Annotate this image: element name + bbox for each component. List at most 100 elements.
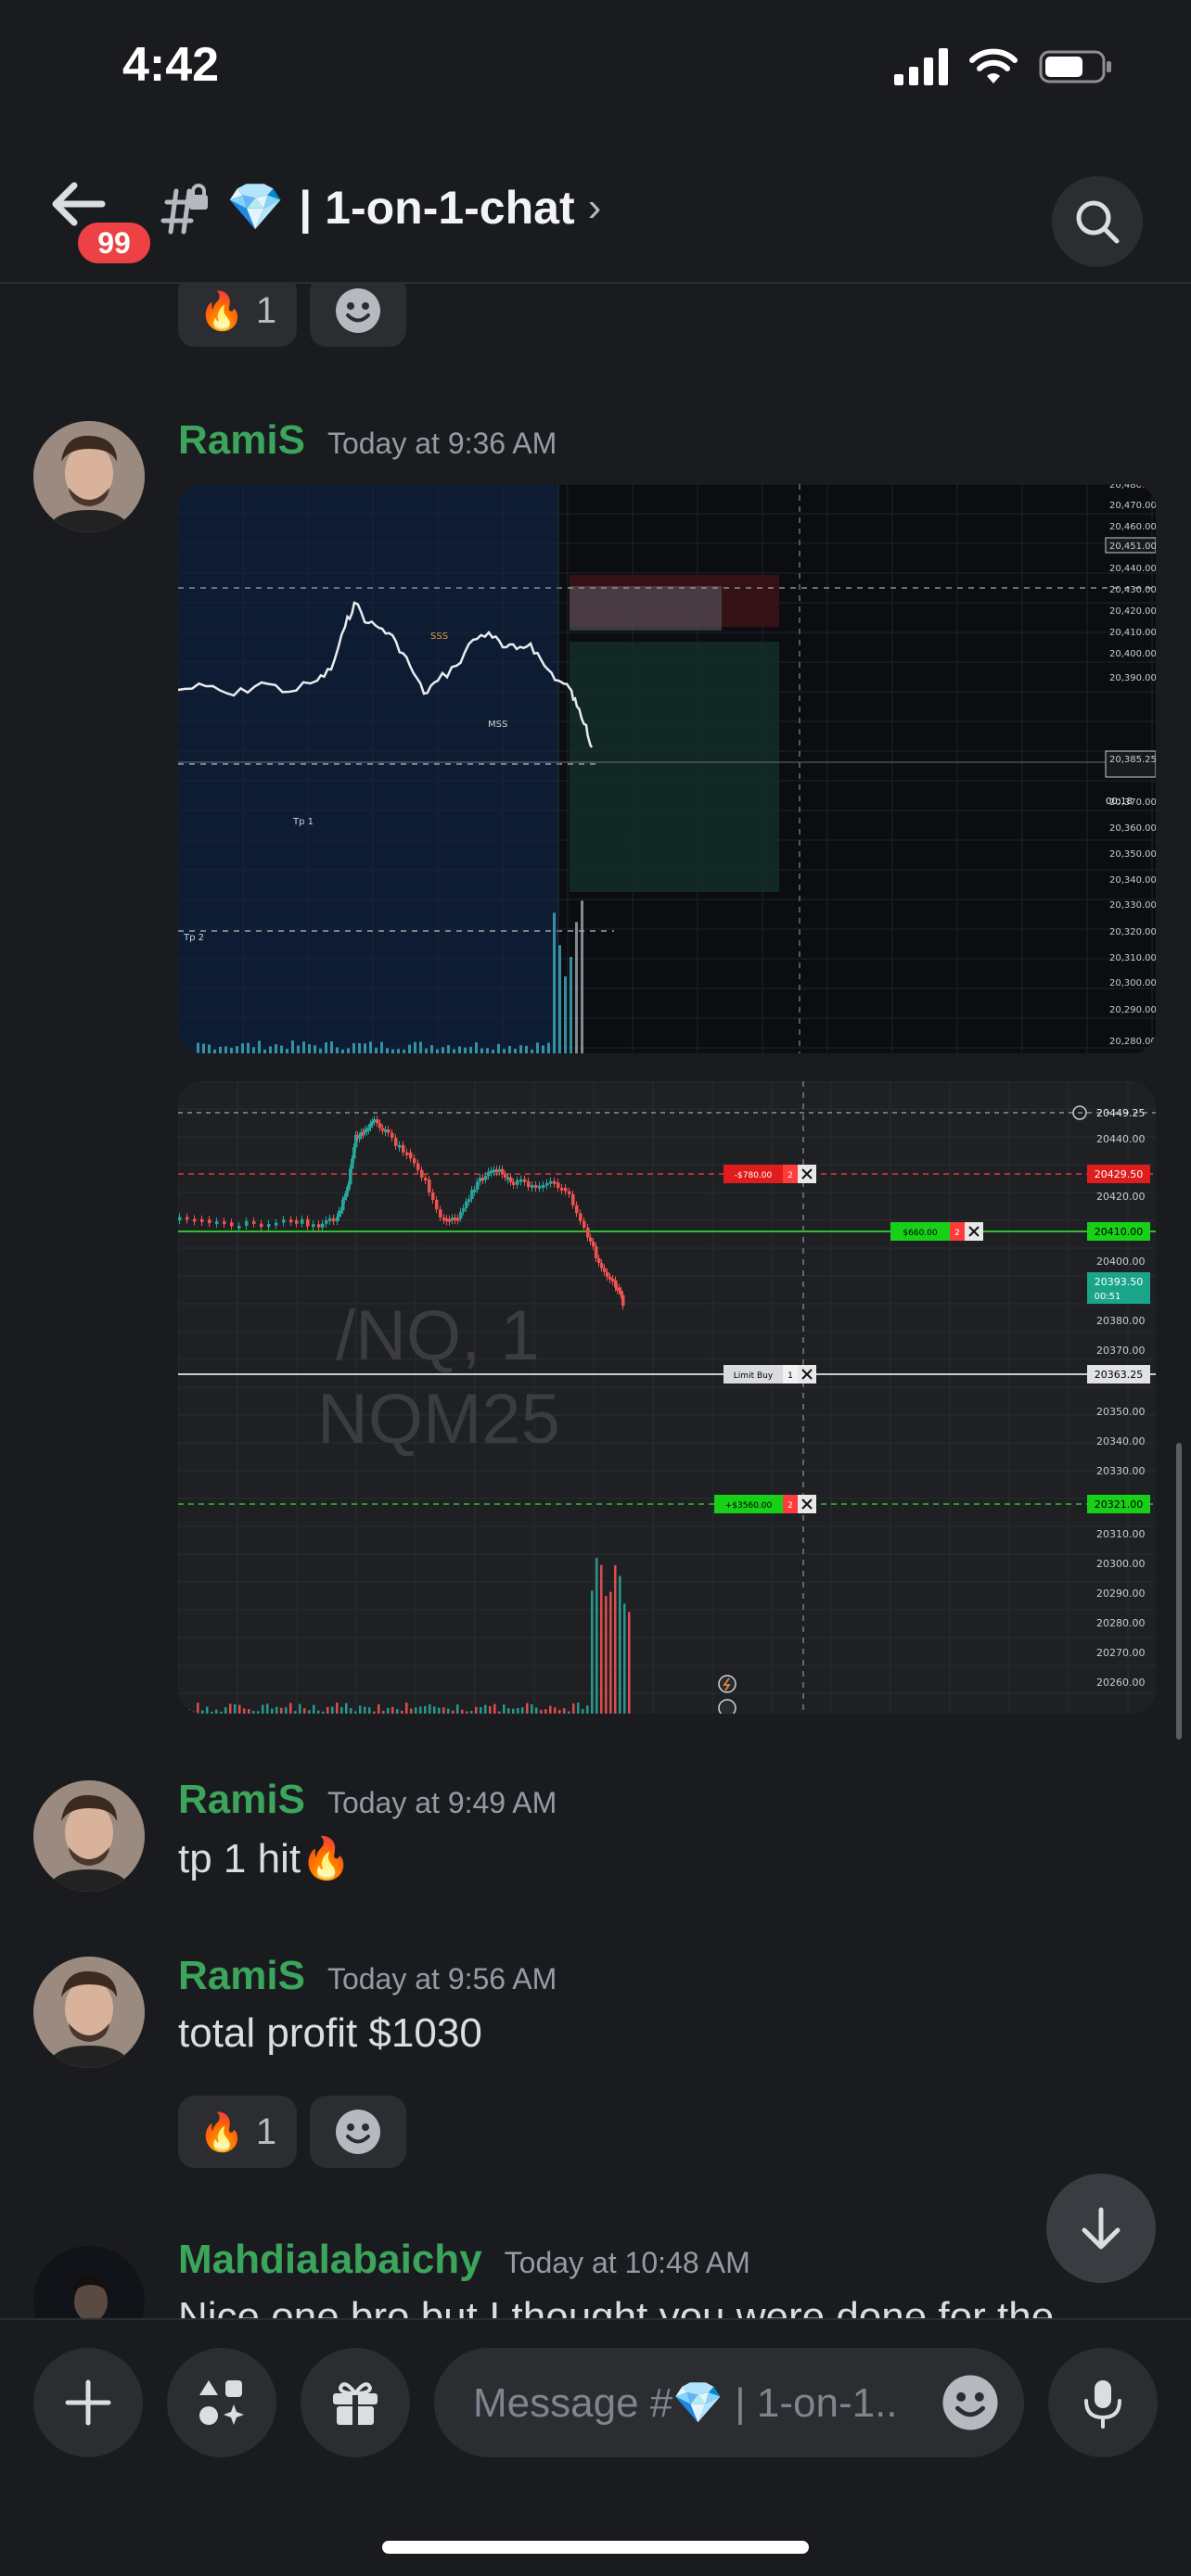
volume-bar [275,1044,277,1053]
volume-bar [484,1704,487,1714]
candle-body [347,1184,351,1192]
volume-bar [358,1043,361,1053]
message-author[interactable]: RamiS Today at 9:49 AM [178,1777,557,1823]
jump-to-latest-button[interactable] [1046,2174,1156,2283]
volume-bar [568,1711,570,1714]
candle-body [193,1218,197,1222]
message-timestamp: Today at 9:49 AM [327,1786,557,1819]
avatar[interactable] [33,421,145,532]
volume-bar [286,1049,288,1053]
volume-bar [563,1708,566,1714]
y-axis-tick: 20280.00 [1096,1617,1146,1629]
volume-bar [489,1705,492,1714]
candle-body [332,1218,336,1222]
message-author[interactable]: RamiS Today at 9:56 AM [178,1953,557,1999]
candle-body [608,1276,612,1280]
volume-bar [401,1710,403,1714]
candle-body [560,1187,564,1191]
add-reaction-button[interactable] [310,2096,407,2168]
volume-bar [369,1041,372,1053]
volume-bar [531,1704,533,1714]
candle-body [490,1170,493,1174]
stop-loss-order-chip[interactable]: -$780.00 2 [724,1165,816,1183]
candle-body [352,1147,356,1159]
y-axis-tick: 20,390.00 [1109,673,1156,683]
channel-title[interactable]: 💎 | 1-on-1-chat › [226,180,601,235]
message-author[interactable]: Mahdialabaichy Today at 10:48 AM [178,2237,750,2283]
svg-text:Limit Buy: Limit Buy [734,1371,774,1381]
volume-bar [542,1045,544,1053]
chart1-sss-label: SSS [430,631,448,642]
volume-bar [521,1707,524,1714]
chart-image-2[interactable]: /NQ, 1 NQM25 -$780.00 2 $660.00 2 Limit … [178,1081,1156,1714]
candle-body [534,1184,538,1188]
scrollbar[interactable] [1176,1443,1182,1740]
volume-bar [294,1711,297,1714]
voice-message-button[interactable] [1048,2348,1158,2457]
candle-body [442,1217,446,1220]
target-order-chip[interactable]: +$3560.00 2 [714,1495,816,1513]
avatar[interactable] [33,1957,145,2068]
candle-body [542,1184,545,1188]
candle-body [504,1174,507,1178]
volume-bar [319,1048,322,1053]
volume-bar [415,1707,417,1714]
message-input[interactable]: Message #💎 | 1-on-1.. [434,2348,1024,2457]
add-attachment-button[interactable] [33,2348,143,2457]
volume-bar [405,1702,408,1714]
limit-buy-order-chip[interactable]: Limit Buy 1 [724,1365,816,1384]
candle-body [512,1181,516,1185]
candle-body [384,1129,388,1133]
volume-bar [263,1049,266,1053]
volume-bar [414,1041,416,1053]
chart1-mss-label: MSS [488,720,507,730]
candle-body [606,1271,609,1277]
volume-bar [442,1047,444,1053]
volume-bar [577,1702,580,1714]
candle-body [358,1136,362,1140]
volume-bar [308,1044,311,1053]
emoji-button[interactable] [941,2373,1000,2442]
volume-bar [325,1042,327,1053]
candle-body [592,1241,596,1247]
volume-bar [492,1049,494,1053]
volume-bar [591,1590,594,1714]
reaction-count: 1 [255,2111,277,2152]
volume-bar [340,1706,343,1714]
reaction-fire[interactable]: 🔥 1 [178,274,298,347]
y-axis-tick: 20420.00 [1096,1191,1146,1203]
plus-icon [65,2379,111,2426]
candle-body [306,1218,310,1227]
volume-bar [438,1707,441,1714]
volume-bar [317,1710,320,1714]
candle-body [402,1144,405,1153]
volume-bar [547,1042,550,1053]
fire-emoji: 🔥 [198,2111,245,2153]
candle-body [420,1169,424,1179]
profit-order-chip[interactable]: $660.00 2 [890,1222,983,1241]
y-axis-tick: 20,310.00 [1109,953,1156,963]
candle-body [479,1178,482,1182]
svg-text:20321.00: 20321.00 [1095,1498,1144,1511]
smiley-icon [942,2375,998,2430]
gift-button[interactable] [301,2348,410,2457]
avatar[interactable] [33,1780,145,1892]
y-axis-tick: 20,430.00 [1109,585,1156,595]
avatar[interactable] [33,2246,145,2318]
apps-button[interactable] [167,2348,276,2457]
reaction-fire[interactable]: 🔥 1 [178,2096,298,2168]
add-reaction-button[interactable] [310,274,407,347]
volume-bar [419,1041,422,1053]
candle-body [349,1168,352,1185]
svg-text:20393.50: 20393.50 [1095,1276,1144,1288]
candle-body [339,1210,343,1214]
candle-body [317,1224,321,1228]
volume-bar [470,1710,473,1714]
search-button[interactable] [1052,176,1143,267]
message-author[interactable]: RamiS Today at 9:36 AM [178,417,557,464]
y-axis-tick: 20300.00 [1096,1558,1146,1570]
candle-body [618,1287,621,1291]
message-timestamp: Today at 10:48 AM [504,2246,750,2279]
volume-bar [289,1702,292,1714]
chart-image-1[interactable]: SSS MSS Tp 1 Tp 2 20,480.00 20,470.00 20,4… [178,484,1156,1053]
